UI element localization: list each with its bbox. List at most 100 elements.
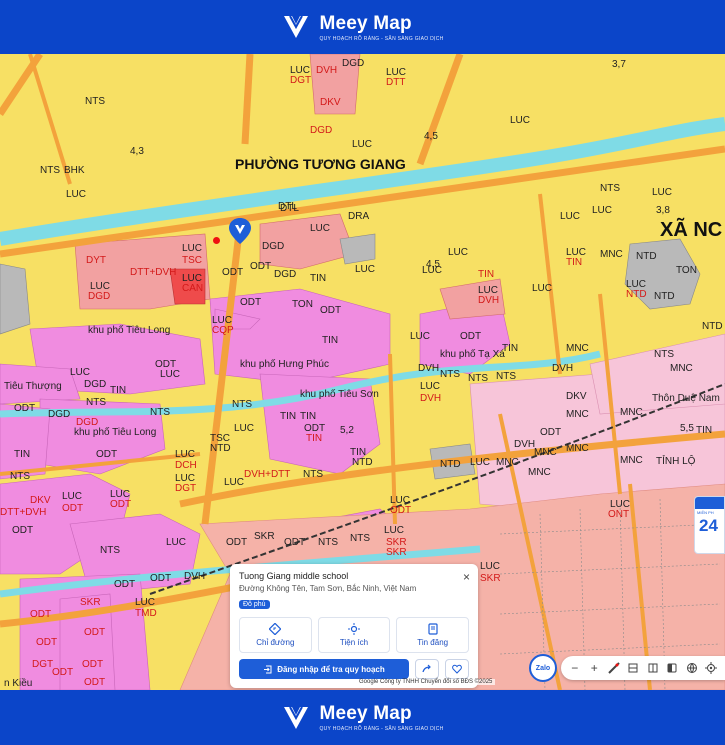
place-title: Tuong Giang middle school [239,571,349,581]
land-code-label: NTS [468,373,488,384]
land-code-label: ODT [84,677,106,688]
area-number: 4,5 [424,131,438,142]
land-code-label: LUC [135,597,156,608]
land-code-label: ODT [390,505,412,516]
ruler-button[interactable] [606,660,622,676]
land-code-label: NTD [702,321,723,332]
land-code-label: SKR [80,597,101,608]
land-code-label: NTS [600,183,620,194]
land-code-label: LUC [592,205,613,216]
land-code-label: LUC [384,525,405,536]
land-code-label: NTS [303,469,323,480]
land-code-label: SKR [386,547,407,558]
place-label: khu phố Tiêu Long [88,325,171,336]
land-code-label: NTD [654,291,675,302]
land-code-label: ODT [320,305,342,316]
compare-button[interactable] [664,660,680,676]
land-code-label: LUC [420,381,441,392]
land-code-label: TIN [322,335,339,346]
land-code-label: ODT [540,427,562,438]
listing-label: Tin đăng [417,638,449,647]
land-code-label: SKR [480,573,501,584]
zoom-out-button[interactable]: − [567,660,583,676]
land-code-label: NTS [440,369,460,380]
land-code-label: DVH [514,439,536,450]
land-code-label: LUC [510,115,531,126]
land-code-label: DVH+DTT [244,469,291,480]
land-code-label: MNC [670,363,693,374]
brand-name: Meey Map [319,703,412,724]
land-code-label: ODT [96,449,118,460]
land-code-label: NTS [654,349,674,360]
land-code-label: ODT [82,659,104,670]
land-code-label: MNC [566,343,589,354]
layers-button[interactable] [625,660,641,676]
land-code-label: LUC [160,369,181,380]
land-code-label: MNC [496,457,519,468]
side-promo-widget[interactable]: MIỄN PH 24 [694,496,725,554]
brand-name: Meey Map [319,12,412,34]
split-view-button[interactable] [645,660,661,676]
land-code-label: NTD [210,443,231,454]
land-code-label: ODT [226,537,248,548]
land-code-label: TIN [696,425,713,436]
zalo-button[interactable]: Zalo [529,654,557,682]
land-code-label: DVH [316,65,338,76]
land-code-label: TIN [310,273,327,284]
directions-label: Chỉ đường [256,638,295,647]
land-code-label: ODT [150,573,172,584]
land-code-label: DGD [48,409,71,420]
land-code-label: DGD [274,269,297,280]
land-code-label: DGT [290,75,312,86]
land-code-label: DGT [32,659,54,670]
land-code-label: DGD [262,241,285,252]
globe-button[interactable] [684,660,700,676]
land-code-label: DTL [280,203,299,214]
meey-logo-icon [284,15,309,38]
land-code-label: NTD [352,457,373,468]
close-icon[interactable]: × [463,570,470,584]
land-code-label: DVH [184,571,206,582]
place-info-card: Tuong Giang middle school Đường Không Tê… [230,564,478,688]
land-code-label: MNC [566,409,589,420]
listing-icon [428,623,438,635]
listing-button[interactable]: Tin đăng [396,617,470,653]
utility-button[interactable]: Tiện ích [317,617,391,653]
land-code-label: DTT+DVH [0,507,47,518]
land-code-label: MNC [528,467,551,478]
side-promo-header [695,497,724,509]
land-code-label: NTS [232,399,252,410]
land-code-label: LUC [66,189,87,200]
land-code-label: LUC [62,491,83,502]
land-code-label: ODT [12,525,34,536]
share-button[interactable] [415,659,439,679]
land-code-label: ODT [36,637,58,648]
zoom-in-button[interactable]: + [586,660,602,676]
map-attribution: Google Công ty TNHH Chuyển đổi số BĐS ©2… [356,679,496,685]
land-code-label: TIN [300,411,317,422]
favorite-button[interactable] [445,659,469,679]
land-code-label: LUC [352,139,373,150]
place-label: n Kiều [4,678,33,689]
land-code-label: LUC [560,211,581,222]
land-code-label: DGD [88,291,111,302]
login-button[interactable]: Đăng nhập để tra quy hoạch [239,659,409,679]
land-code-label: DGD [84,379,107,390]
land-code-label: NTS [150,407,170,418]
land-code-label: LUC [480,561,501,572]
area-number: 4,3 [130,146,144,157]
land-code-label: NTS [10,471,30,482]
land-code-label: NTS [318,537,338,548]
my-location-button[interactable] [703,660,719,676]
land-code-label: MNC [566,443,589,454]
side-promo-text: MIỄN PH [697,510,714,515]
globe-icon [686,663,697,674]
land-code-label: TSC [182,255,202,266]
directions-button[interactable]: Chỉ đường [239,617,312,653]
land-code-label: ODT [460,331,482,342]
side-promo-number: 24 [699,516,718,535]
planning-map[interactable]: PHƯỜNG TƯƠNG GIANG XÃ NC khu phố Tiêu Lo… [0,54,725,690]
location-pin-icon[interactable] [229,218,251,244]
utility-label: Tiện ích [339,638,369,647]
bottom-banner: Meey Map QUY HOẠCH RÕ RÀNG - SẴN SÀNG GI… [0,690,725,745]
